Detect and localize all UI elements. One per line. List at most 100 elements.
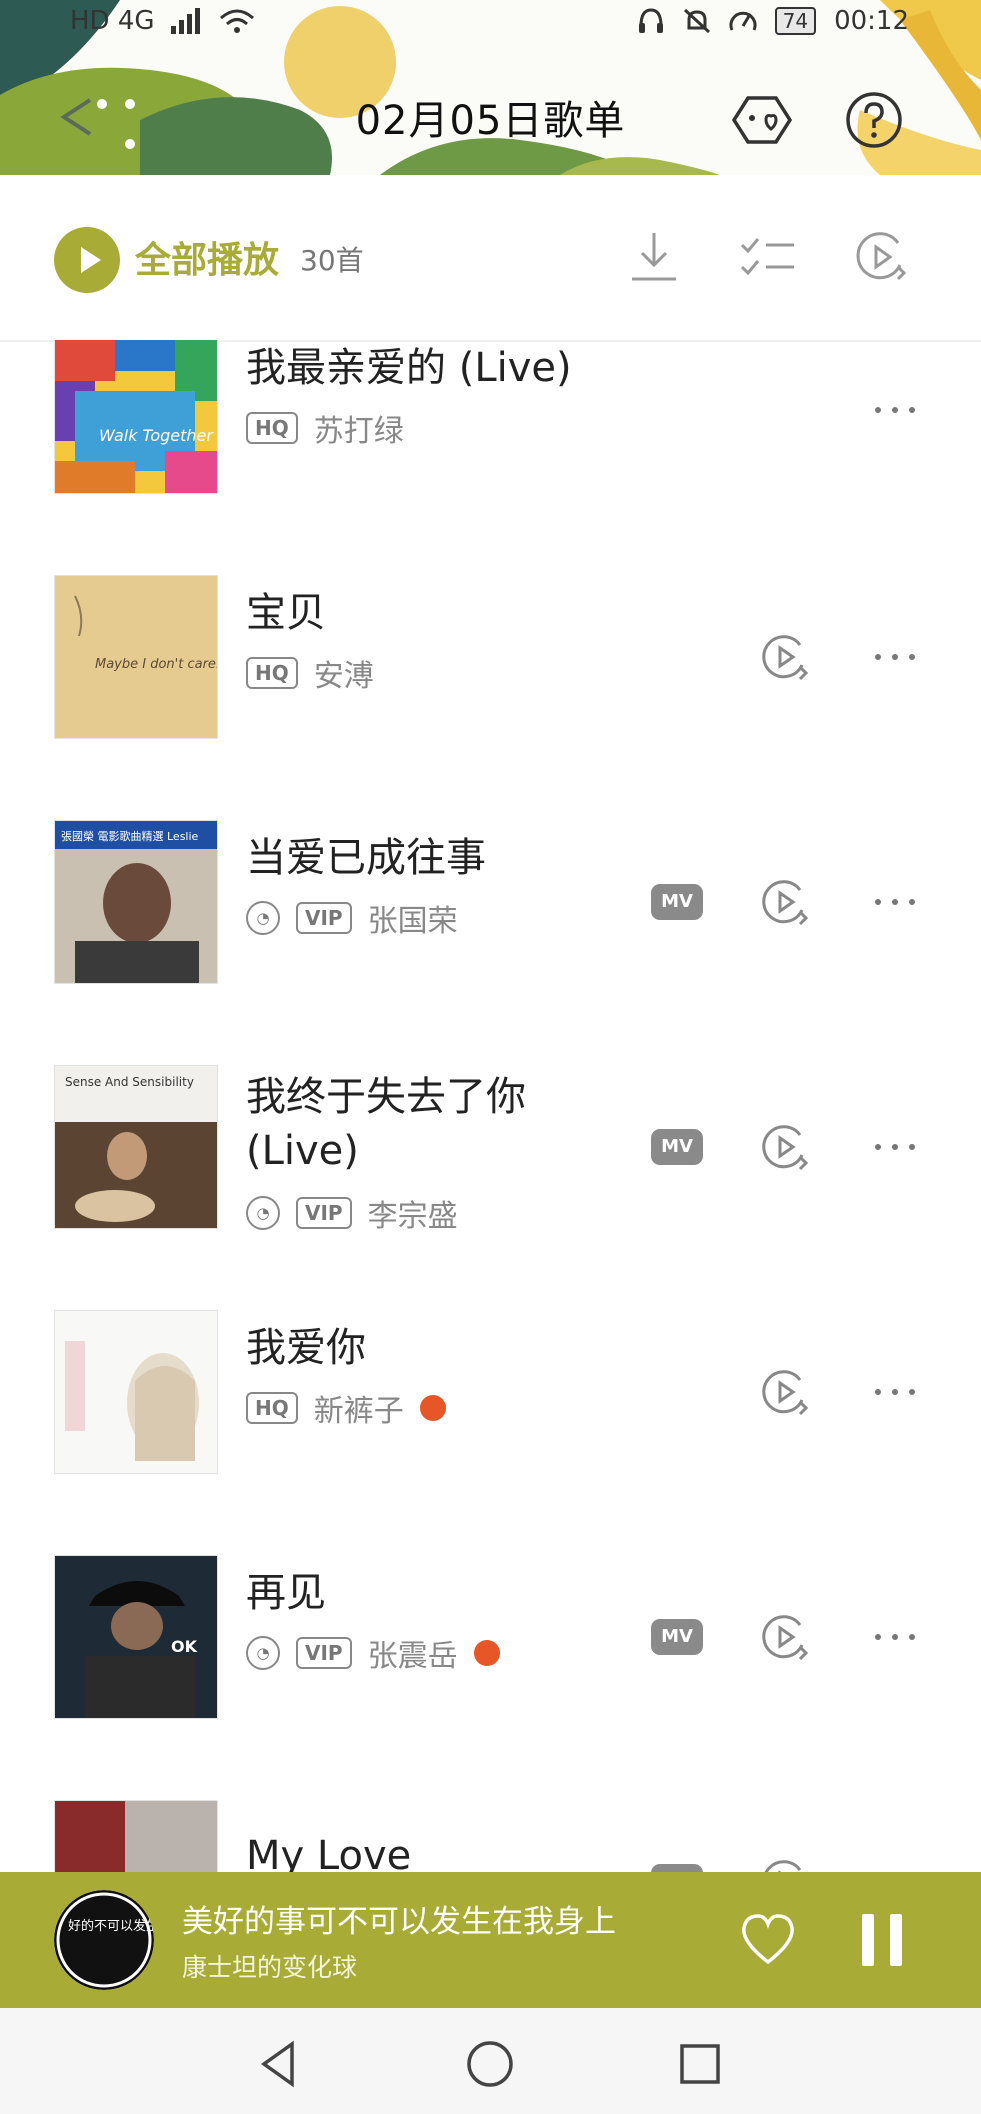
mv-button[interactable]: MV xyxy=(651,884,703,920)
video-play-icon[interactable] xyxy=(852,227,912,287)
video-play-icon[interactable] xyxy=(760,1121,812,1173)
mini-artist-name: 康士坦的变化球 xyxy=(182,1953,358,1982)
mini-song-title: 美好的事可不可以发生在我身上 xyxy=(182,1904,616,1940)
heart-icon[interactable] xyxy=(738,1912,798,1968)
album-cover: Maybe I don't care. xyxy=(54,575,218,739)
system-nav-bar xyxy=(0,2008,981,2114)
song-row[interactable]: 我爱你 HQ 新裤子 xyxy=(0,1310,981,1555)
song-row[interactable]: Maybe I don't care. 宝贝 HQ 安溥 xyxy=(0,575,981,820)
song-title: 宝贝 xyxy=(246,590,326,636)
nav-home-icon[interactable] xyxy=(464,2038,516,2090)
video-play-icon[interactable] xyxy=(760,1366,812,1418)
song-row[interactable]: Walk Together Live 我最亲爱的 (Live) HQ 苏打绿 xyxy=(0,340,981,575)
network-label: HD 4G xyxy=(70,6,155,36)
signal-icon xyxy=(170,8,200,34)
song-row[interactable]: 張國榮 電影歌曲精選 Leslie 当爱已成往事 ◔ VIP 张国荣 MV xyxy=(0,820,981,1065)
wifi-icon xyxy=(219,9,254,33)
album-cover: OK xyxy=(54,1555,218,1719)
hq-badge: HQ xyxy=(246,412,298,444)
mute-icon xyxy=(683,8,710,34)
more-icon[interactable] xyxy=(872,892,918,912)
more-icon[interactable] xyxy=(872,1382,918,1402)
more-icon[interactable] xyxy=(872,647,918,667)
video-play-icon[interactable] xyxy=(760,1856,812,1872)
song-row[interactable]: OK 再见 ◔ VIP 张震岳 MV xyxy=(0,1555,981,1800)
artist-name: 新裤子 xyxy=(313,1394,404,1429)
svg-text:Maybe I don't care.: Maybe I don't care. xyxy=(95,657,218,672)
song-row[interactable]: Sense And Sensibility 我终于失去了你 (Live) ◔ V… xyxy=(0,1065,981,1310)
artist-name: 苏打绿 xyxy=(313,414,404,449)
pause-icon[interactable] xyxy=(858,1910,906,1970)
dolby-badge-icon: ◔ xyxy=(246,1196,280,1230)
svg-text:OK: OK xyxy=(171,1637,198,1656)
page-title: 02月05日歌单 xyxy=(355,98,626,144)
nav-back-icon[interactable] xyxy=(254,2038,306,2090)
hq-badge: HQ xyxy=(246,1392,298,1424)
header: HD 4G 74 00:12 02月05日歌单 xyxy=(0,0,981,177)
song-meta: ◔ VIP 张国荣 xyxy=(246,896,458,940)
svg-text:張國榮 電影歌曲精選 Leslie: 張國榮 電影歌曲精選 Leslie xyxy=(61,829,199,843)
song-meta: HQ 苏打绿 xyxy=(246,406,404,450)
song-title: 当爱已成往事 xyxy=(246,835,486,881)
video-play-icon[interactable] xyxy=(760,1611,812,1663)
status-right: 74 00:12 xyxy=(637,6,909,36)
hot-icon xyxy=(419,1395,446,1421)
status-bar: HD 4G 74 00:12 xyxy=(0,0,981,46)
clock: 00:12 xyxy=(834,6,909,36)
song-title: 我最亲爱的 (Live) xyxy=(246,345,572,391)
song-title-line2: (Live) xyxy=(246,1128,359,1174)
mv-button[interactable]: MV xyxy=(651,1619,703,1655)
more-icon[interactable] xyxy=(872,1137,918,1157)
dolby-badge-icon: ◔ xyxy=(246,1636,280,1670)
artist-name: 安溥 xyxy=(313,659,374,694)
dolby-badge-icon: ◔ xyxy=(246,901,280,935)
vip-badge: VIP xyxy=(296,902,352,934)
multi-select-icon[interactable] xyxy=(738,227,798,287)
artist-name: 张国荣 xyxy=(367,904,458,939)
song-meta: ◔ VIP 李宗盛 xyxy=(246,1191,458,1235)
play-icon xyxy=(81,247,101,273)
headphone-icon xyxy=(638,8,663,33)
album-cover xyxy=(54,1800,218,1872)
song-title: My Love xyxy=(246,1833,412,1872)
nav-recents-icon[interactable] xyxy=(674,2038,726,2090)
help-icon[interactable] xyxy=(842,88,906,152)
more-icon[interactable] xyxy=(872,1627,918,1647)
play-all-bar: 全部播放 30首 xyxy=(0,175,981,342)
album-cover: Walk Together Live xyxy=(54,340,218,494)
download-icon[interactable] xyxy=(624,227,684,287)
play-all-button[interactable] xyxy=(54,227,120,293)
favorite-playlist-icon[interactable] xyxy=(730,88,794,152)
play-all-label[interactable]: 全部播放 xyxy=(135,231,279,283)
mv-button[interactable]: MV xyxy=(651,1129,703,1165)
song-meta: HQ 新裤子 xyxy=(246,1386,446,1430)
video-play-icon[interactable] xyxy=(760,631,812,683)
vip-badge: VIP xyxy=(296,1637,352,1669)
album-cover: 張國榮 電影歌曲精選 Leslie xyxy=(54,820,218,984)
artist-name: 张震岳 xyxy=(367,1639,458,1674)
speed-icon xyxy=(729,11,757,31)
song-title: 我爱你 xyxy=(246,1325,366,1371)
battery-icon: 74 xyxy=(774,7,817,35)
more-icon[interactable] xyxy=(872,400,918,420)
album-cover xyxy=(54,1310,218,1474)
song-meta: HQ 安溥 xyxy=(246,651,374,695)
status-left: HD 4G xyxy=(70,6,255,36)
svg-text:Sense And Sensibility: Sense And Sensibility xyxy=(65,1075,194,1089)
song-count: 30首 xyxy=(300,244,364,277)
artist-name: 李宗盛 xyxy=(367,1199,458,1234)
hq-badge: HQ xyxy=(246,657,298,689)
song-list: Walk Together Live 我最亲爱的 (Live) HQ 苏打绿 M… xyxy=(0,340,981,1872)
mv-button[interactable]: MV xyxy=(651,1864,703,1872)
svg-text:好的不可以发生在我身上: 好的不可以发生在我身上 xyxy=(68,1918,154,1934)
song-row[interactable]: My Love MV xyxy=(0,1800,981,1872)
video-play-icon[interactable] xyxy=(760,876,812,928)
song-title: 再见 xyxy=(246,1570,326,1616)
mini-album-disc[interactable]: 好的不可以发生在我身上 xyxy=(54,1890,154,1990)
hot-icon xyxy=(473,1640,500,1666)
album-cover: Sense And Sensibility xyxy=(54,1065,218,1229)
song-meta: ◔ VIP 张震岳 xyxy=(246,1631,500,1675)
song-title-line1: 我终于失去了你 xyxy=(246,1074,526,1120)
mini-player[interactable]: 好的不可以发生在我身上 美好的事可不可以发生在我身上 康士坦的变化球 xyxy=(0,1872,981,2008)
vip-badge: VIP xyxy=(296,1197,352,1229)
